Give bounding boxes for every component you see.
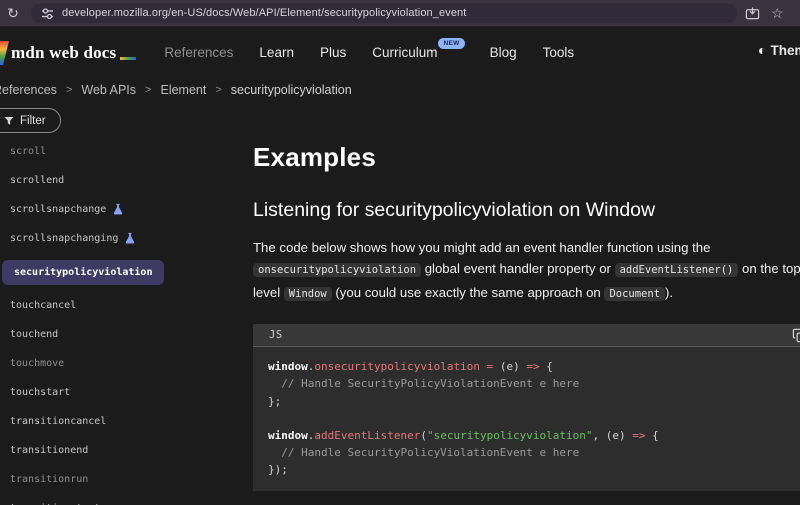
mdn-logo-mark-icon [0,41,9,65]
experimental-flask-icon [124,232,136,245]
sidebar-item-transitionstart[interactable]: transitionstart [0,494,245,505]
sidebar-item-securitypolicyviolation[interactable]: securitypolicyviolation [0,253,245,291]
url-text: developer.mozilla.org/en-US/docs/Web/API… [62,7,466,19]
sidebar-event-list: scrollscrollendscrollsnapchangescrollsna… [0,137,245,505]
sidebar-item-touchcancel[interactable]: touchcancel [0,291,245,320]
sidebar-item-touchstart[interactable]: touchstart [0,378,245,407]
breadcrumb-element[interactable]: Element [160,83,206,97]
section-heading: Listening for securitypolicyviolation on… [253,199,800,222]
site-header: mdn web docs References Learn Plus Curri… [0,28,800,76]
sidebar-item-touchmove[interactable]: touchmove [0,349,245,378]
address-bar[interactable]: developer.mozilla.org/en-US/docs/Web/API… [31,3,737,23]
sidebar-item-scrollsnapchanging[interactable]: scrollsnapchanging [0,224,245,253]
nav-references[interactable]: References [164,45,233,60]
sidebar-item-transitioncancel[interactable]: transitioncancel [0,407,245,436]
nav-blog[interactable]: Blog [490,45,517,60]
theme-toggle[interactable]: ◐ Theme [758,42,800,58]
code-body[interactable]: window.onsecuritypolicyviolation = (e) =… [253,347,800,490]
examples-heading: Examples [253,142,800,173]
mdn-logo-text: mdn web docs [11,43,116,63]
breadcrumb-separator-icon: > [215,84,221,96]
bookmark-star-icon[interactable]: ☆ [771,6,784,20]
code-line: window.onsecuritypolicyviolation = (e) =… [268,358,800,375]
nav-curriculum[interactable]: CurriculumNEW [372,45,463,60]
site-permissions-icon[interactable] [41,7,54,20]
breadcrumb-separator-icon: > [66,84,72,96]
filter-funnel-icon [4,116,14,126]
article-content: Examples Listening for securitypolicyvio… [253,102,800,491]
breadcrumb-web-apis[interactable]: Web APIs [81,83,136,97]
breadcrumb-current-page: securitypolicyviolation [231,83,352,97]
paragraph-text: (you could use exactly the same approach… [332,285,605,300]
nav-plus[interactable]: Plus [320,45,346,60]
top-navigation: References Learn Plus CurriculumNEW Blog… [164,45,574,60]
nav-tools[interactable]: Tools [543,45,575,60]
sidebar-item-scroll[interactable]: scroll [0,137,245,166]
description-paragraph: The code below shows how you might add a… [253,237,800,305]
theme-half-circle-icon: ◐ [758,42,766,58]
code-language-label: JS [269,329,283,341]
sidebar: Filter scrollscrollendscrollsnapchangesc… [0,102,245,505]
reload-icon[interactable]: ↻ [0,5,26,22]
breadcrumb: References > Web APIs > Element > securi… [0,80,800,100]
theme-label: Theme [770,43,800,58]
breadcrumb-references[interactable]: References [0,83,57,97]
inline-code: Document [604,287,665,301]
browser-window: ↻ developer.mozilla.org/en-US/docs/Web/A… [0,0,800,505]
paragraph-text: ). [665,285,673,300]
save-page-icon[interactable] [745,6,760,21]
copy-code-button[interactable] [792,328,800,348]
inline-code: addEventListener() [615,263,739,277]
sidebar-item-scrollend[interactable]: scrollend [0,166,245,195]
copy-icon [792,328,800,343]
paragraph-text: global event handler property or [421,261,615,276]
code-line: window.addEventListener("securitypolicyv… [268,427,800,444]
new-badge: NEW [438,38,464,49]
filter-label: Filter [20,115,46,127]
code-line: // Handle SecurityPolicyViolationEvent e… [268,375,800,392]
mdn-logo-underscore-icon [120,57,136,60]
experimental-flask-icon [112,203,124,216]
filter-button[interactable]: Filter [0,108,61,133]
sidebar-active-label: securitypolicyviolation [2,260,164,285]
sidebar-item-transitionend[interactable]: transitionend [0,436,245,465]
breadcrumb-separator-icon: > [145,84,151,96]
browser-toolbar: ↻ developer.mozilla.org/en-US/docs/Web/A… [0,0,800,27]
code-line: }); [268,461,800,478]
sidebar-item-touchend[interactable]: touchend [0,320,245,349]
code-line: }; [268,393,800,410]
paragraph-text: The code below shows how you might add a… [253,240,710,255]
sidebar-item-transitionrun[interactable]: transitionrun [0,465,245,494]
nav-learn[interactable]: Learn [259,45,294,60]
inline-code: onsecuritypolicyviolation [253,263,421,277]
inline-code: Window [284,287,332,301]
sidebar-item-scrollsnapchange[interactable]: scrollsnapchange [0,195,245,224]
code-line [268,410,800,427]
code-block: JS window.onsecuritypolicyviolation = (e… [253,324,800,490]
code-line: // Handle SecurityPolicyViolationEvent e… [268,444,800,461]
mdn-logo[interactable]: mdn web docs [0,41,136,63]
code-block-header: JS [253,324,800,347]
